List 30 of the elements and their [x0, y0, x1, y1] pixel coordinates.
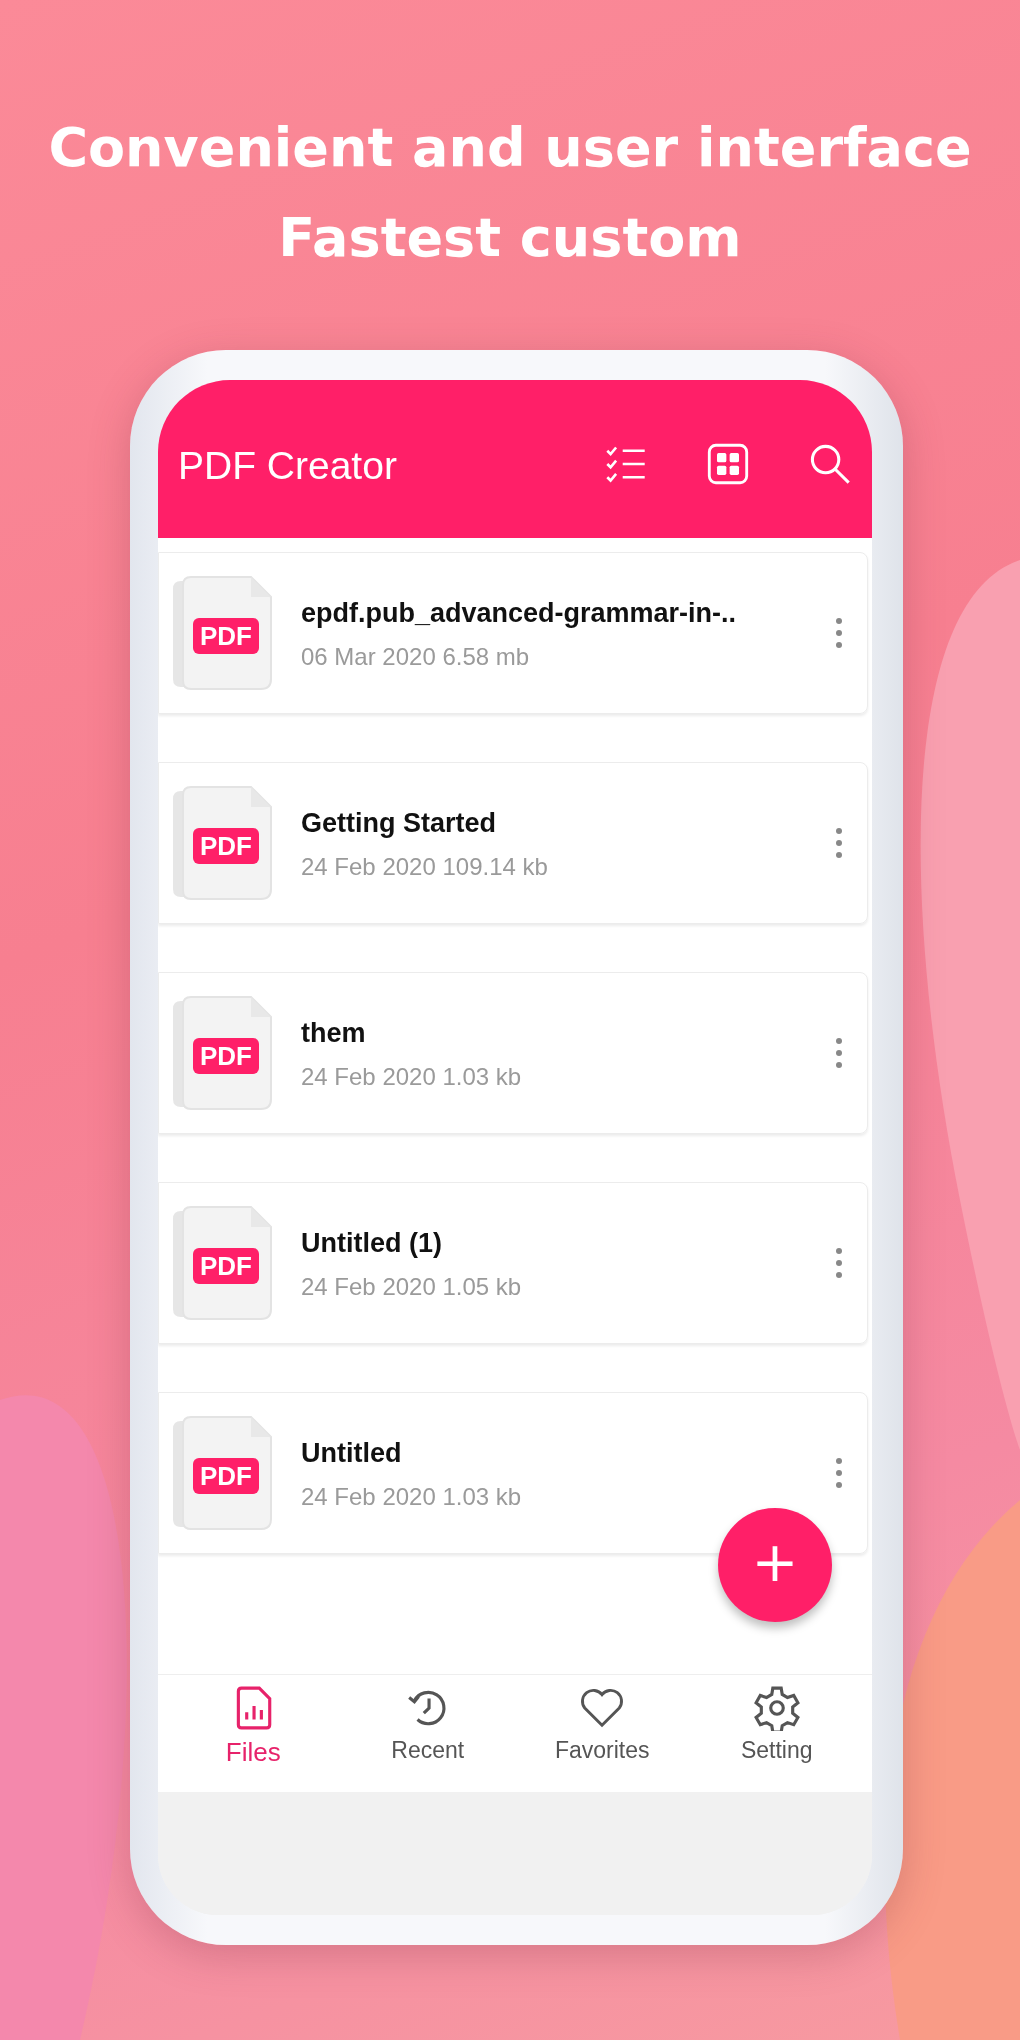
file-name: epdf.pub_advanced-grammar-in-.. — [301, 597, 738, 629]
file-card[interactable]: PDF Getting Started 24 Feb 2020 109.14 kb — [158, 762, 868, 924]
more-options-icon[interactable] — [835, 1037, 843, 1069]
more-options-icon[interactable] — [835, 617, 843, 649]
nav-tab[interactable]: Files — [178, 1675, 329, 1792]
search-icon[interactable] — [808, 442, 852, 486]
file-details: 24 Feb 2020 1.03 kb — [301, 1062, 523, 1091]
more-options-icon[interactable] — [835, 827, 843, 859]
file-details: 06 Mar 2020 6.58 mb — [301, 642, 531, 671]
headline-text: Convenient and user interface — [48, 115, 972, 181]
grid-icon[interactable] — [706, 442, 750, 486]
app-title: PDF Creator — [178, 444, 397, 488]
more-options-icon[interactable] — [835, 1457, 843, 1489]
file-card[interactable]: PDF them 24 Feb 2020 1.03 kb — [158, 972, 868, 1134]
file-name: them — [301, 1017, 367, 1049]
nav-tab[interactable]: Setting — [701, 1675, 852, 1792]
settings-icon — [753, 1685, 800, 1731]
file-name: Getting Started — [301, 807, 497, 839]
file-details: 24 Feb 2020 1.05 kb — [301, 1272, 523, 1301]
headline-text: Fastest custom — [278, 205, 742, 271]
file-details: 24 Feb 2020 1.03 kb — [301, 1482, 523, 1511]
file-card[interactable]: PDF Untitled (1) 24 Feb 2020 1.05 kb — [158, 1182, 868, 1344]
more-options-icon[interactable] — [835, 1247, 843, 1279]
add-button[interactable]: + — [718, 1508, 832, 1622]
file-name: Untitled — [301, 1437, 403, 1469]
nav-tab[interactable]: Favorites — [527, 1675, 678, 1792]
nav-tab[interactable]: Recent — [352, 1675, 503, 1792]
file-card[interactable]: PDF epdf.pub_advanced-grammar-in-.. 06 Mar 2020 6.58 mb — [158, 552, 868, 714]
file-name: Untitled (1) — [301, 1227, 443, 1259]
file-details: 24 Feb 2020 109.14 kb — [301, 852, 549, 881]
